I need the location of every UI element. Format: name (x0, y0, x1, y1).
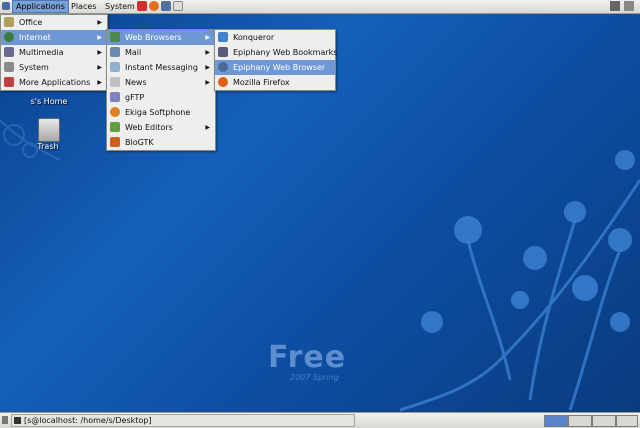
applications-menu[interactable]: Applications (12, 0, 69, 13)
mail-icon[interactable] (161, 1, 171, 11)
terminal-icon (14, 417, 21, 424)
menu-item-firefox[interactable]: Mozilla Firefox (215, 75, 335, 90)
konqueror-icon (218, 32, 228, 42)
workspace-1[interactable] (544, 415, 568, 427)
home-icon-label[interactable]: s's Home (24, 97, 74, 106)
menu-item-konqueror[interactable]: Konqueror (215, 30, 335, 45)
trash-icon-label[interactable]: Trash (28, 142, 68, 151)
wallpaper-subtitle: 2007 Spring (290, 373, 339, 382)
menu-item-web-browsers[interactable]: Web Browsers ▶ (107, 30, 215, 45)
multimedia-icon (4, 47, 14, 57)
foot-icon[interactable] (2, 2, 10, 10)
note-icon[interactable] (173, 1, 183, 11)
system-menu[interactable]: System (102, 0, 138, 13)
help-icon[interactable] (137, 1, 147, 11)
workspace-4[interactable] (616, 415, 638, 427)
menu-item-mail[interactable]: Mail ▶ (107, 45, 215, 60)
menu-item-blogtk[interactable]: BloGTK (107, 135, 215, 150)
mail-icon (110, 47, 120, 57)
menu-item-more-applications[interactable]: More Applications ▶ (1, 75, 107, 90)
firefox-icon (218, 77, 228, 87)
chat-icon (110, 62, 120, 72)
softphone-icon (110, 107, 120, 117)
globe-icon (4, 32, 14, 42)
internet-submenu: Web Browsers ▶ Mail ▶ Instant Messaging ▶ N… (106, 29, 216, 151)
menu-item-system[interactable]: System ▶ (1, 60, 107, 75)
bottom-panel: [s@localhost: /home/s/Desktop] (0, 412, 640, 428)
places-menu[interactable]: Places (68, 0, 99, 13)
submenu-arrow-icon: ▶ (97, 79, 102, 86)
submenu-arrow-icon: ▶ (205, 124, 210, 131)
submenu-arrow-icon: ▶ (97, 19, 102, 26)
ftp-icon (110, 92, 120, 102)
volume-icon[interactable] (624, 1, 634, 11)
show-desktop-icon[interactable] (2, 416, 8, 424)
bookmarks-icon (218, 47, 228, 57)
menu-item-web-editors[interactable]: Web Editors ▶ (107, 120, 215, 135)
firefox-icon[interactable] (149, 1, 159, 11)
menu-item-epiphany-browser[interactable]: Epiphany Web Browser (215, 60, 335, 75)
workspace-3[interactable] (592, 415, 616, 427)
menu-item-news[interactable]: News ▶ (107, 75, 215, 90)
wallpaper-title: Free (268, 340, 347, 375)
submenu-arrow-icon: ▶ (205, 79, 210, 86)
menu-item-multimedia[interactable]: Multimedia ▶ (1, 45, 107, 60)
office-icon (4, 17, 14, 27)
news-icon (110, 77, 120, 87)
epiphany-icon (218, 62, 228, 72)
menu-item-office[interactable]: Office ▶ (1, 15, 107, 30)
workspace-2[interactable] (568, 415, 592, 427)
taskbar-button-terminal[interactable]: [s@localhost: /home/s/Desktop] (11, 414, 355, 427)
blog-icon (110, 137, 120, 147)
submenu-arrow-icon: ▶ (205, 64, 210, 71)
trash-icon[interactable] (38, 118, 60, 142)
menu-item-internet[interactable]: Internet ▶ (1, 30, 107, 45)
web-browsers-submenu: Konqueror Epiphany Web Bookmarks Epiphan… (214, 29, 337, 91)
web-editor-icon (110, 122, 120, 132)
more-apps-icon (4, 77, 14, 87)
submenu-arrow-icon: ▶ (205, 34, 210, 41)
submenu-arrow-icon: ▶ (97, 49, 102, 56)
menu-item-ekiga[interactable]: Ekiga Softphone (107, 105, 215, 120)
menu-item-gftp[interactable]: gFTP (107, 90, 215, 105)
submenu-arrow-icon: ▶ (97, 64, 102, 71)
system-icon (4, 62, 14, 72)
menu-item-instant-messaging[interactable]: Instant Messaging ▶ (107, 60, 215, 75)
applications-dropdown: Office ▶ Internet ▶ Multimedia ▶ System ▶ Mo… (0, 14, 108, 91)
network-icon[interactable] (610, 1, 620, 11)
menu-item-epiphany-bookmarks[interactable]: Epiphany Web Bookmarks (215, 45, 337, 60)
submenu-arrow-icon: ▶ (205, 49, 210, 56)
web-browsers-icon (110, 32, 120, 42)
top-panel: Applications Places System (0, 0, 640, 14)
submenu-arrow-icon: ▶ (97, 34, 102, 41)
